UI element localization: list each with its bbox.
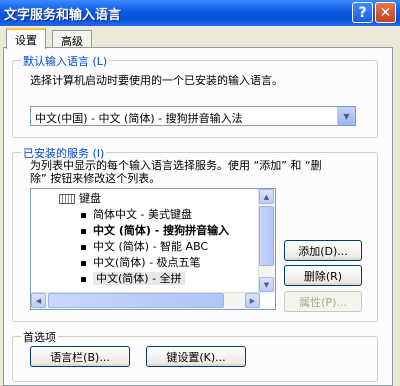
- close-button[interactable]: ✕: [375, 2, 396, 23]
- tab-settings[interactable]: 设置: [6, 28, 46, 49]
- horizontal-scroll-thumb[interactable]: [48, 293, 224, 308]
- keyboard-icon: [59, 194, 75, 204]
- help-icon: ?: [358, 4, 367, 21]
- bullet-icon: [81, 260, 86, 266]
- scroll-up-icon[interactable]: ▲: [259, 189, 274, 204]
- services-tree[interactable]: 键盘 简体中文 - 美式键盘 中文 (简体) - 搜狗拼音输入 中文 (简体) …: [30, 188, 276, 310]
- preferences-legend: 首选项: [21, 329, 58, 345]
- properties-button-label: 属性(P)...: [299, 295, 347, 309]
- tree-item-label: 简体中文 - 美式键盘: [93, 208, 192, 221]
- default-language-select[interactable]: 中文(中国) - 中文 (简体) - 搜狗拼音输入法 ▼: [30, 106, 356, 126]
- default-language-description: 选择计算机启动时要使用的一个已安装的输入语言。: [30, 74, 283, 87]
- bullet-icon: [81, 244, 86, 250]
- tree-item-label: 中文 (简体) - 智能 ABC: [93, 240, 209, 253]
- close-icon: ✕: [379, 4, 392, 21]
- bullet-icon: [81, 228, 86, 234]
- window-title: 文字服务和输入语言: [4, 8, 122, 23]
- tree-item-label: 中文 (简体) - 搜狗拼音输入: [93, 224, 230, 237]
- add-button[interactable]: 添加(D)...: [284, 240, 362, 261]
- tree-item[interactable]: 简体中文 - 美式键盘: [81, 207, 192, 223]
- add-button-label: 添加(D)...: [298, 244, 348, 258]
- chevron-down-icon[interactable]: ▼: [337, 107, 355, 125]
- tree-category-keyboard[interactable]: 键盘: [59, 191, 101, 207]
- vertical-scrollbar[interactable]: ▲ ▼: [258, 189, 275, 293]
- tree-category-label: 键盘: [79, 192, 101, 205]
- tree-item[interactable]: 中文(简体) - 极点五笔: [81, 255, 201, 271]
- default-language-legend: 默认输入语言 (L): [21, 53, 110, 69]
- services-description-line2: 除” 按钮来修改这个列表。: [30, 172, 161, 185]
- tree-item-label: 中文(简体) - 全拼: [93, 272, 185, 285]
- horizontal-scrollbar[interactable]: ◀ ▶: [31, 292, 261, 309]
- bullet-icon: [81, 276, 86, 282]
- scroll-left-icon[interactable]: ◀: [31, 293, 46, 308]
- tree-item-label: 中文(简体) - 极点五笔: [93, 256, 201, 269]
- key-settings-button[interactable]: 键设置(K)...: [146, 346, 246, 367]
- language-bar-button[interactable]: 语言栏(B)...: [30, 346, 130, 367]
- tab-settings-label: 设置: [15, 34, 37, 47]
- key-settings-button-label: 键设置(K)...: [166, 350, 226, 364]
- title-bar: 文字服务和输入语言 ? ✕: [0, 0, 400, 26]
- scroll-down-icon[interactable]: ▼: [259, 277, 274, 292]
- bullet-icon: [81, 212, 86, 218]
- vertical-scroll-thumb[interactable]: [259, 206, 274, 266]
- remove-button-label: 删除(R): [303, 269, 343, 283]
- language-bar-button-label: 语言栏(B)...: [50, 350, 110, 364]
- default-language-value: 中文(中国) - 中文 (简体) - 搜狗拼音输入法: [35, 112, 243, 125]
- tree-item[interactable]: 中文 (简体) - 搜狗拼音输入: [81, 223, 229, 239]
- help-button[interactable]: ?: [352, 2, 373, 23]
- properties-button[interactable]: 属性(P)...: [284, 291, 362, 312]
- remove-button[interactable]: 删除(R): [284, 265, 362, 286]
- scroll-right-icon[interactable]: ▶: [245, 293, 260, 308]
- tree-item-selected[interactable]: 中文(简体) - 全拼: [81, 271, 185, 287]
- tree-item[interactable]: 中文 (简体) - 智能 ABC: [81, 239, 208, 255]
